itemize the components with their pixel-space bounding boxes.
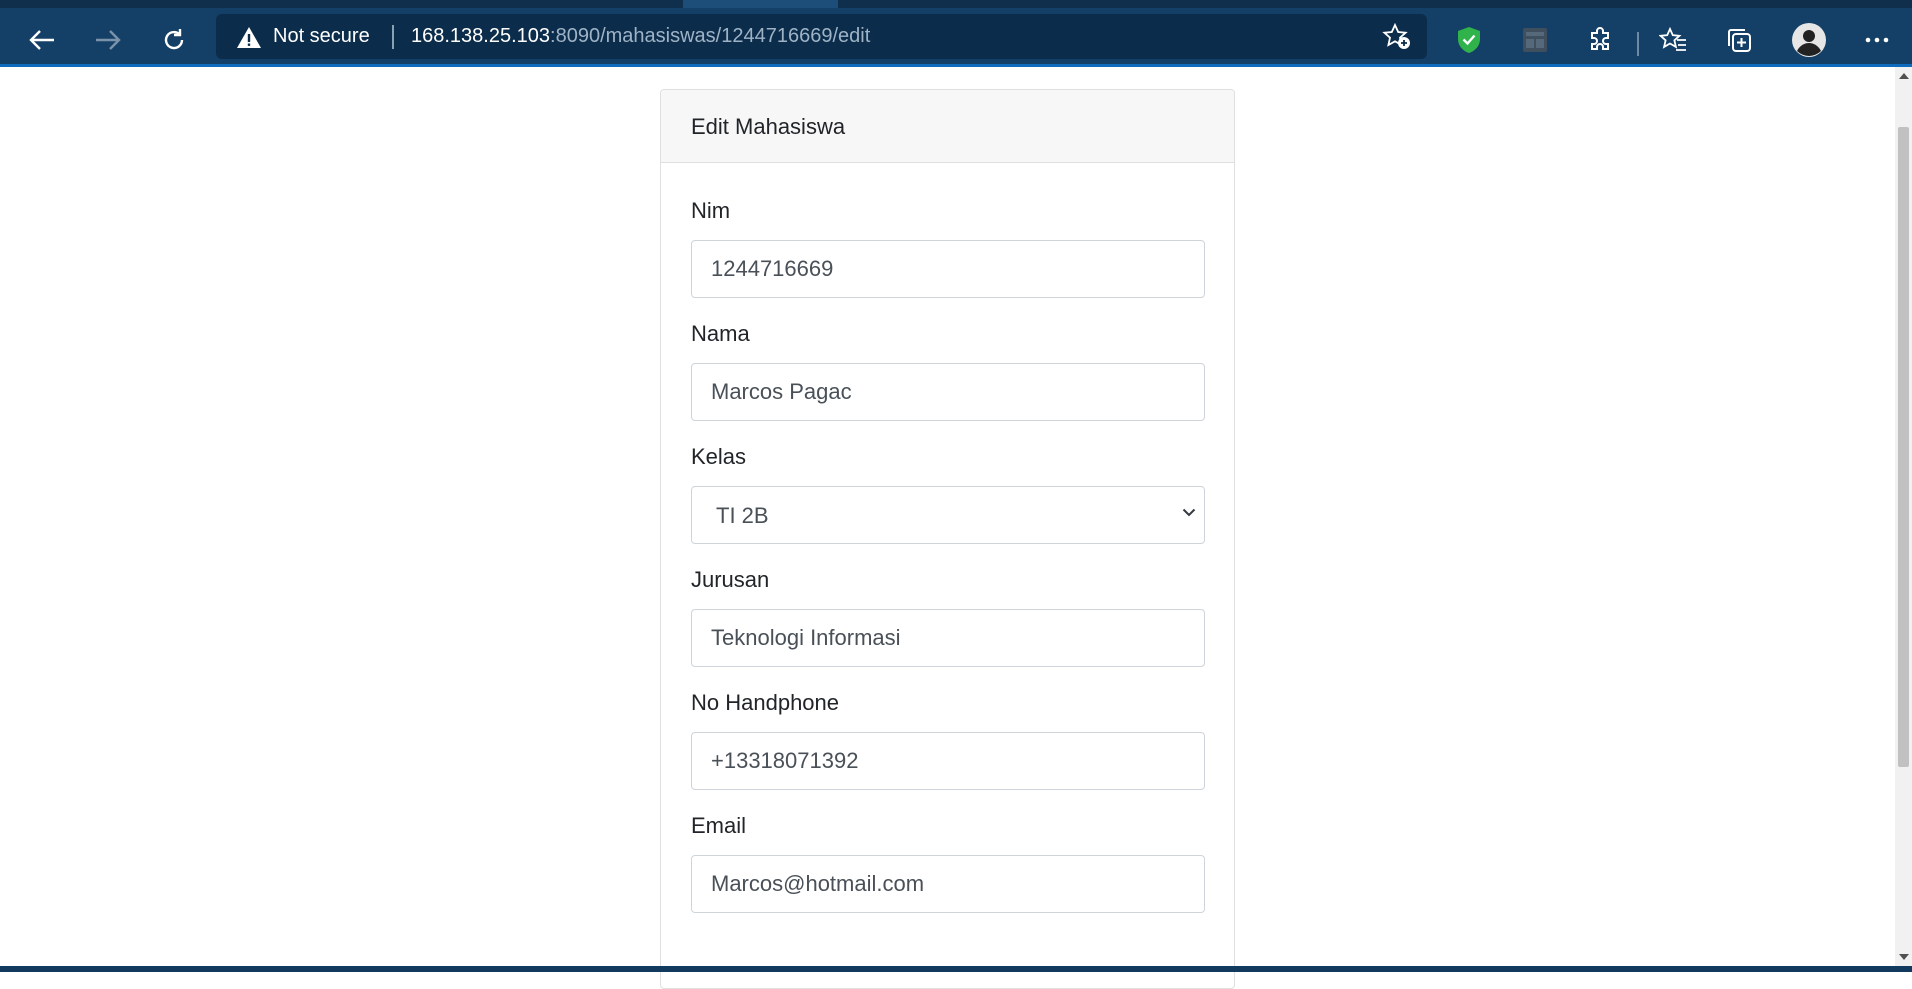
page-viewport: Edit Mahasiswa Nim Nama Kelas TI 2B Juru… bbox=[0, 67, 1895, 989]
field-kelas: Kelas TI 2B bbox=[691, 444, 1205, 544]
security-status[interactable]: Not secure bbox=[273, 25, 370, 48]
address-separator bbox=[392, 25, 394, 49]
scroll-down-icon[interactable] bbox=[1899, 954, 1909, 960]
more-menu-icon bbox=[1865, 37, 1889, 43]
scroll-up-icon[interactable] bbox=[1899, 73, 1909, 79]
vertical-scrollbar[interactable] bbox=[1895, 67, 1912, 966]
field-nama: Nama bbox=[691, 321, 1205, 421]
toolbar-separator bbox=[1637, 32, 1639, 56]
kelas-select[interactable]: TI 2B bbox=[691, 486, 1205, 544]
extensions-button[interactable] bbox=[1583, 22, 1619, 58]
favorites-button[interactable] bbox=[1655, 22, 1691, 58]
jurusan-label: Jurusan bbox=[691, 567, 770, 592]
add-favorite-icon[interactable] bbox=[1382, 23, 1412, 51]
nim-input[interactable] bbox=[691, 240, 1205, 298]
email-label: Email bbox=[691, 813, 747, 838]
profile-button[interactable] bbox=[1791, 22, 1827, 58]
collections-icon bbox=[1728, 29, 1751, 52]
shield-check-icon bbox=[1458, 27, 1480, 53]
address-bar[interactable]: Not secure 168.138.25.103:8090/mahasiswa… bbox=[216, 14, 1427, 59]
shield-extension-button[interactable] bbox=[1451, 22, 1487, 58]
refresh-button[interactable] bbox=[156, 22, 192, 58]
forward-button[interactable] bbox=[90, 22, 126, 58]
email-input[interactable] bbox=[691, 855, 1205, 913]
profile-avatar-icon bbox=[1792, 23, 1826, 57]
more-menu-button[interactable] bbox=[1859, 22, 1895, 58]
favorites-icon bbox=[1659, 27, 1686, 51]
url-text[interactable]: 168.138.25.103:8090/mahasiswas/124471666… bbox=[411, 25, 870, 48]
form-body: Nim Nama Kelas TI 2B Jurusan No Handphon… bbox=[661, 163, 1234, 913]
browser-chrome: Not secure 168.138.25.103:8090/mahasiswa… bbox=[0, 0, 1912, 67]
nama-label: Nama bbox=[691, 321, 750, 346]
refresh-icon bbox=[164, 29, 184, 50]
url-host: 168.138.25.103 bbox=[411, 25, 551, 47]
field-jurusan: Jurusan bbox=[691, 567, 1205, 667]
field-email: Email bbox=[691, 813, 1205, 913]
back-button[interactable] bbox=[24, 22, 60, 58]
edit-card: Edit Mahasiswa Nim Nama Kelas TI 2B Juru… bbox=[660, 89, 1235, 989]
tab-strip bbox=[0, 0, 1912, 8]
scrollbar-thumb[interactable] bbox=[1898, 127, 1909, 767]
no-handphone-label: No Handphone bbox=[691, 690, 840, 715]
chevron-down-icon bbox=[1182, 508, 1196, 517]
jurusan-input[interactable] bbox=[691, 609, 1205, 667]
forward-icon bbox=[96, 30, 121, 50]
url-path: :8090/mahasiswas/1244716669/edit bbox=[550, 25, 871, 47]
active-tab[interactable] bbox=[683, 0, 838, 8]
field-no-handphone: No Handphone bbox=[691, 690, 1205, 790]
extension-app-icon bbox=[1523, 28, 1547, 52]
app-extension-button[interactable] bbox=[1517, 22, 1553, 58]
kelas-label: Kelas bbox=[691, 444, 747, 469]
browser-toolbar: Not secure 168.138.25.103:8090/mahasiswa… bbox=[0, 8, 1912, 67]
collections-button[interactable] bbox=[1721, 22, 1757, 58]
nama-input[interactable] bbox=[691, 363, 1205, 421]
no-handphone-input[interactable] bbox=[691, 732, 1205, 790]
extensions-puzzle-icon bbox=[1591, 27, 1609, 50]
field-nim: Nim bbox=[691, 198, 1205, 298]
nim-label: Nim bbox=[691, 198, 731, 223]
card-title: Edit Mahasiswa bbox=[661, 90, 1234, 163]
warning-icon bbox=[237, 27, 261, 48]
kelas-selected-value: TI 2B bbox=[716, 503, 769, 528]
back-icon bbox=[29, 30, 54, 50]
window-bottom-edge bbox=[0, 966, 1912, 972]
